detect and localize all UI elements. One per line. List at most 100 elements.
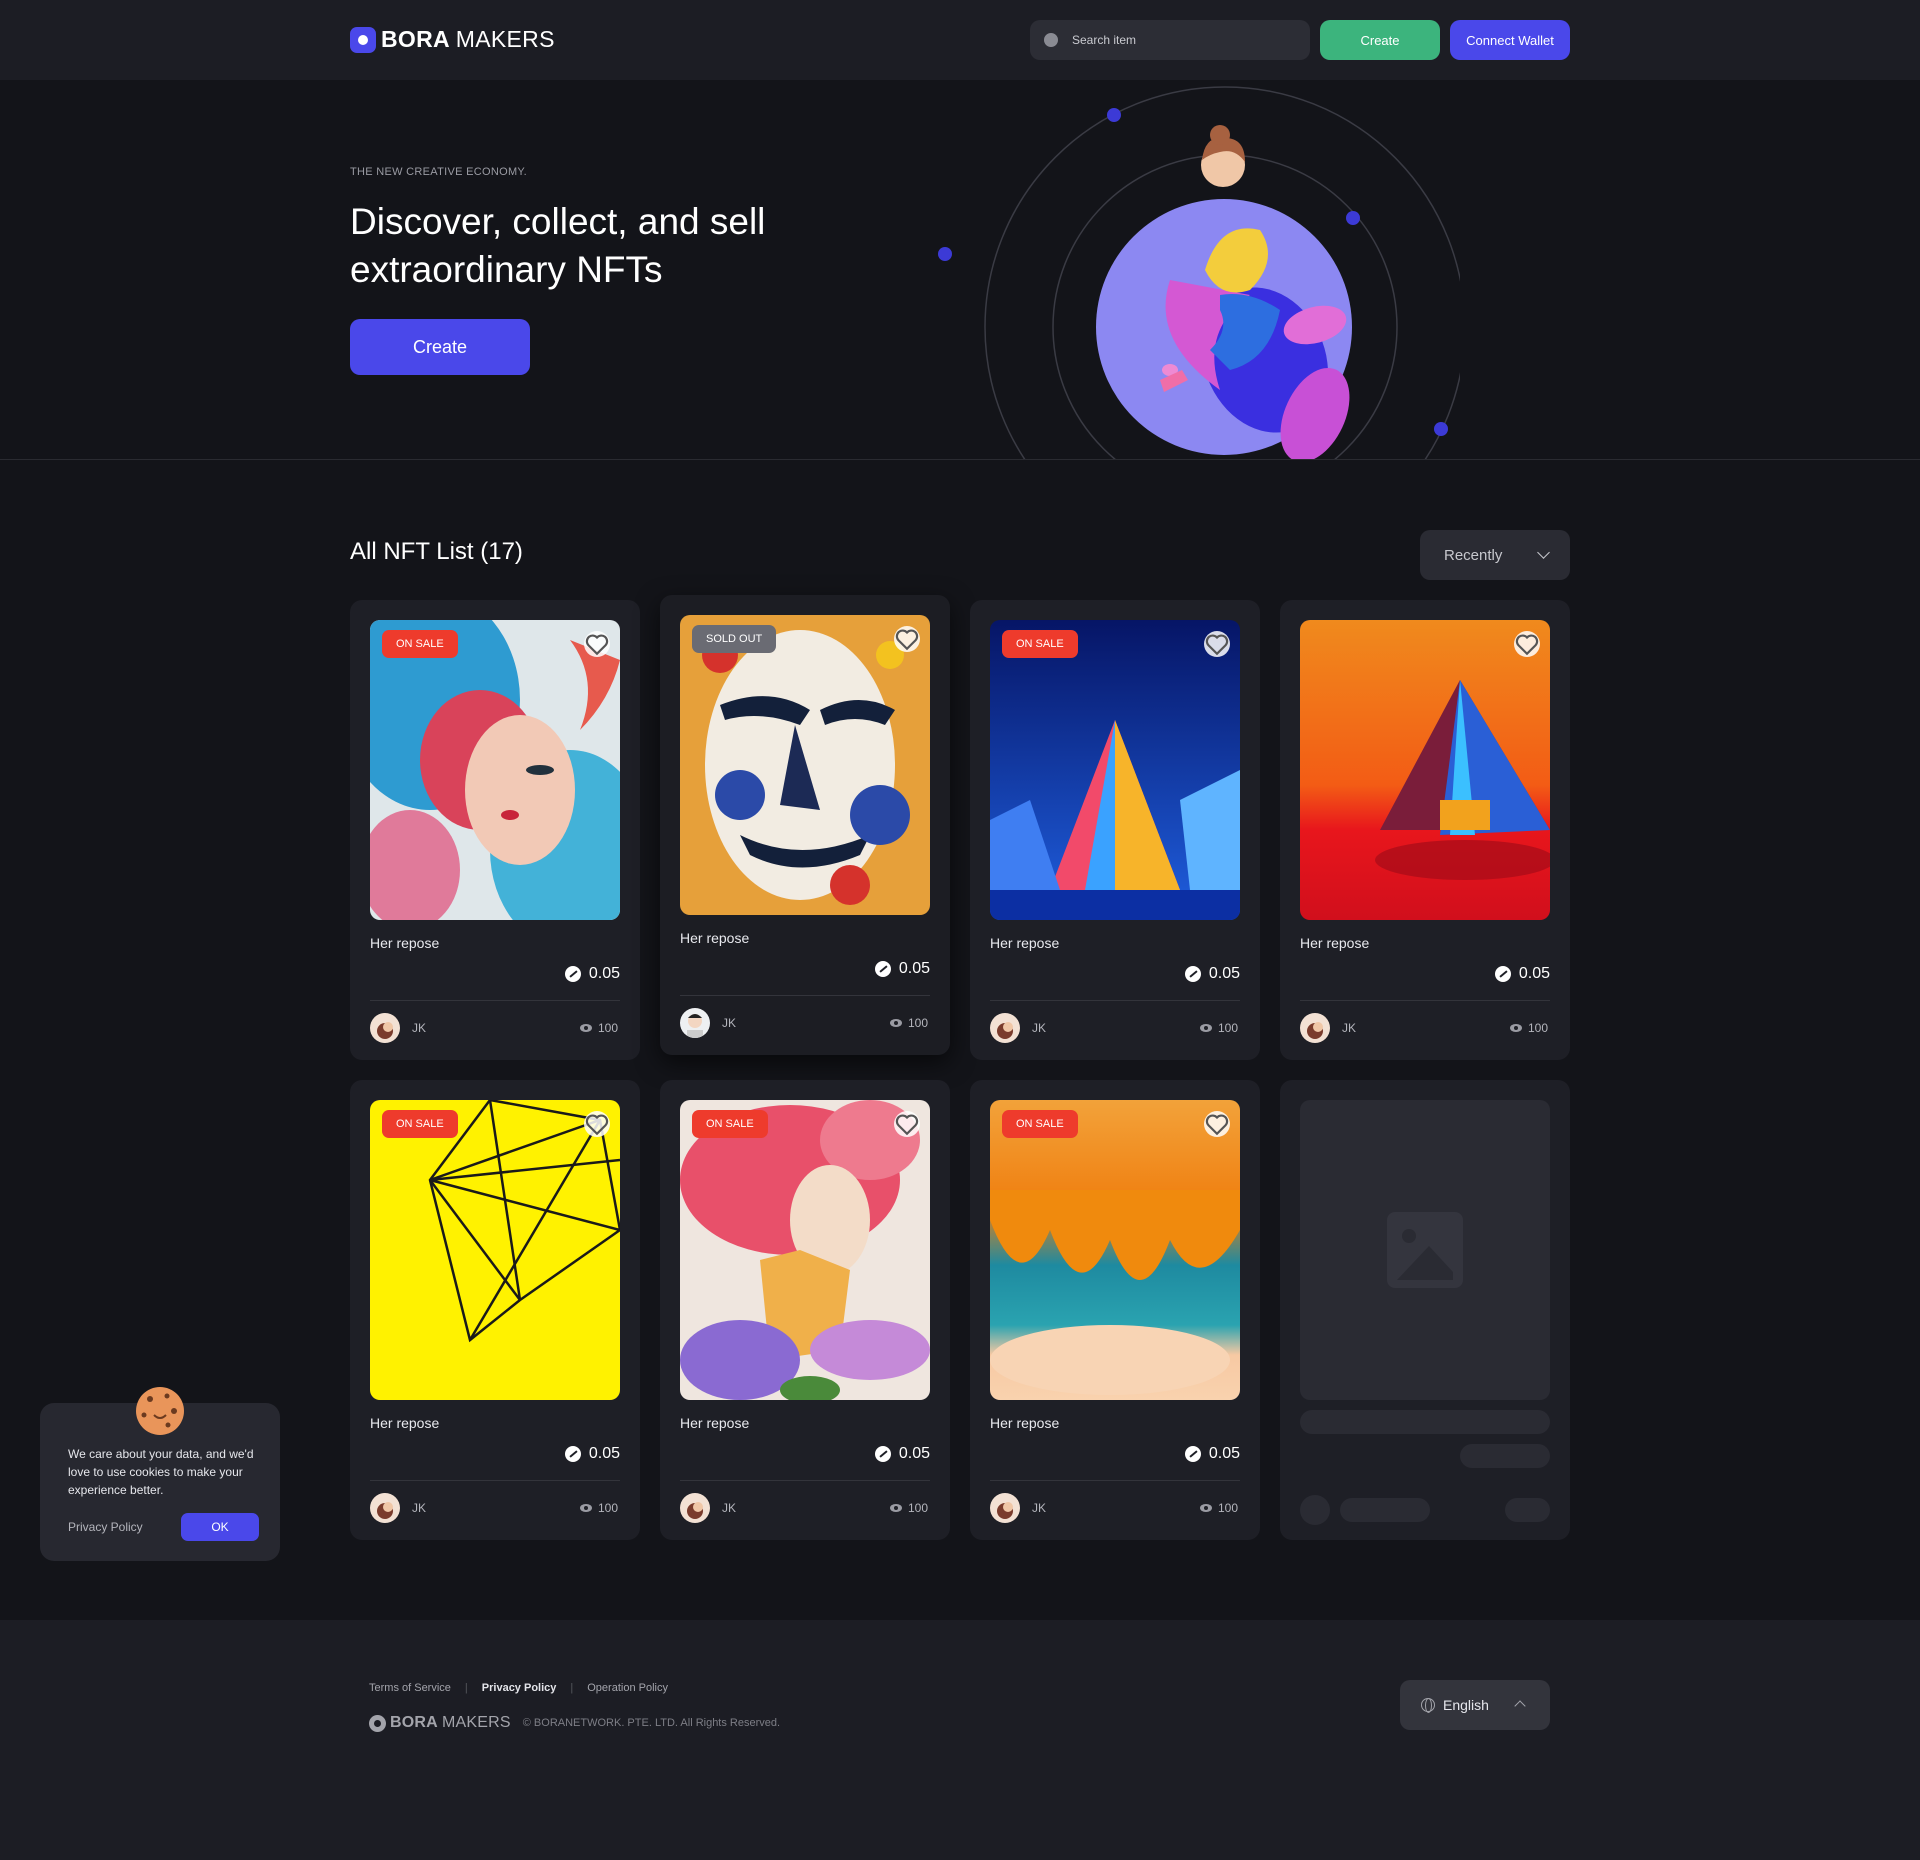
nft-price-value: 0.05: [588, 965, 620, 982]
eye-icon: [1199, 1024, 1212, 1032]
hero-illustration: [938, 86, 1460, 459]
nft-price-value: 0.05: [1208, 1445, 1240, 1462]
avatar[interactable]: [1300, 1013, 1330, 1043]
nft-price: 0.05: [874, 1445, 930, 1463]
bora-token-icon: [564, 966, 581, 982]
nft-card[interactable]: ON SALE Her repose 0.05 JK 100: [350, 1080, 640, 1540]
owner-name[interactable]: JK: [1032, 1501, 1046, 1515]
favorite-button[interactable]: [1514, 631, 1540, 657]
skeleton-owner: [1340, 1498, 1430, 1522]
hero-eyebrow: THE NEW CREATIVE ECONOMY.: [350, 166, 528, 178]
owner-name[interactable]: JK: [722, 1501, 736, 1515]
search-icon: [1044, 33, 1058, 47]
skeleton-image: [1300, 1100, 1550, 1400]
nft-image[interactable]: ON SALE: [370, 1100, 620, 1400]
chevron-up-icon: [1514, 1700, 1526, 1712]
top-header: BORA MAKERS Create Connect Wallet: [0, 0, 1920, 80]
nft-price-value: 0.05: [588, 1445, 620, 1462]
owner-name[interactable]: JK: [1032, 1021, 1046, 1035]
status-badge: ON SALE: [382, 630, 458, 658]
hero-headline: Discover, collect, and sell extraordinar…: [350, 201, 766, 290]
nft-price-value: 0.05: [898, 1445, 930, 1462]
bora-token-icon: [874, 1446, 891, 1462]
avatar[interactable]: [990, 1013, 1020, 1043]
avatar[interactable]: [680, 1493, 710, 1523]
skeleton-avatar: [1300, 1495, 1330, 1525]
nft-image[interactable]: [1300, 620, 1550, 920]
nft-price: 0.05: [1494, 965, 1550, 983]
favorite-button[interactable]: [894, 1111, 920, 1137]
avatar[interactable]: [680, 1008, 710, 1038]
owner-name[interactable]: JK: [412, 1501, 426, 1515]
card-divider: [370, 1000, 620, 1001]
footer: Terms of Service | Privacy Policy | Oper…: [0, 1620, 1920, 1860]
sort-dropdown-value: Recently: [1444, 546, 1503, 564]
operation-policy-link[interactable]: Operation Policy: [587, 1682, 668, 1694]
nft-image[interactable]: ON SALE: [990, 620, 1240, 920]
link-separator: |: [570, 1682, 574, 1694]
eye-icon: [579, 1024, 592, 1032]
nft-card[interactable]: ON SALE Her repose 0.05 JK 100: [970, 600, 1260, 1060]
bora-token-icon: [874, 961, 891, 977]
favorite-button[interactable]: [1204, 1111, 1230, 1137]
status-badge: ON SALE: [382, 1110, 458, 1138]
nft-name: Her repose: [370, 1415, 440, 1431]
nft-list-title: All NFT List (17): [350, 538, 523, 565]
favorite-button[interactable]: [584, 1111, 610, 1137]
nft-card[interactable]: ON SALE Her repose 0.05 JK 100: [970, 1080, 1260, 1540]
nft-price: 0.05: [564, 965, 620, 983]
avatar[interactable]: [990, 1493, 1020, 1523]
nft-price-value: 0.05: [898, 960, 930, 977]
nft-image[interactable]: ON SALE: [370, 620, 620, 920]
sort-dropdown[interactable]: Recently: [1420, 530, 1570, 580]
favorite-button[interactable]: [1204, 631, 1230, 657]
nft-card[interactable]: SOLD OUT Her repose 0.05 JK 100: [660, 595, 950, 1055]
brand-name-thin: MAKERS: [455, 26, 555, 52]
favorite-button[interactable]: [894, 626, 920, 652]
nft-card[interactable]: ON SALE Her repose 0.05 JK 100: [660, 1080, 950, 1540]
eye-icon: [1199, 1504, 1212, 1512]
nft-image[interactable]: ON SALE: [680, 1100, 930, 1400]
card-divider: [990, 1480, 1240, 1481]
cookie-privacy-link[interactable]: Privacy Policy: [68, 1520, 143, 1534]
search-box[interactable]: [1030, 20, 1310, 60]
view-count: 100: [1509, 1021, 1548, 1035]
avatar[interactable]: [370, 1013, 400, 1043]
terms-link[interactable]: Terms of Service: [369, 1682, 451, 1694]
hero-section: THE NEW CREATIVE ECONOMY. Discover, coll…: [0, 80, 1920, 460]
bora-token-icon: [564, 1446, 581, 1462]
cookie-icon: [136, 1387, 184, 1435]
nft-card[interactable]: Her repose 0.05 JK 100: [1280, 600, 1570, 1060]
nft-name: Her repose: [680, 1415, 750, 1431]
header-create-button[interactable]: Create: [1320, 20, 1440, 60]
card-divider: [680, 1480, 930, 1481]
brand-logo[interactable]: BORA MAKERS: [350, 26, 555, 53]
view-count: 100: [1199, 1501, 1238, 1515]
owner-name[interactable]: JK: [412, 1021, 426, 1035]
cookie-ok-button[interactable]: OK: [181, 1513, 259, 1541]
view-count-value: 100: [907, 1501, 928, 1515]
owner-name[interactable]: JK: [722, 1016, 736, 1030]
language-selector[interactable]: English: [1400, 1680, 1550, 1730]
view-count-value: 100: [597, 1021, 618, 1035]
footer-brand-bold: BORA: [390, 1714, 438, 1731]
nft-image[interactable]: SOLD OUT: [680, 615, 930, 915]
favorite-button[interactable]: [584, 631, 610, 657]
search-input[interactable]: [1072, 33, 1272, 47]
eye-icon: [1509, 1024, 1522, 1032]
view-count-value: 100: [1217, 1021, 1238, 1035]
avatar[interactable]: [370, 1493, 400, 1523]
privacy-link[interactable]: Privacy Policy: [482, 1682, 557, 1694]
connect-wallet-button[interactable]: Connect Wallet: [1450, 20, 1570, 60]
view-count: 100: [579, 1021, 618, 1035]
status-badge: ON SALE: [1002, 1110, 1078, 1138]
nft-card[interactable]: ON SALE Her repose 0.05 JK 100: [350, 600, 640, 1060]
heart-icon: [895, 629, 919, 651]
hero-create-button[interactable]: Create: [350, 319, 530, 375]
nft-image[interactable]: ON SALE: [990, 1100, 1240, 1400]
nft-price: 0.05: [874, 960, 930, 978]
owner-name[interactable]: JK: [1342, 1021, 1356, 1035]
card-divider: [370, 1480, 620, 1481]
copyright: © BORANETWORK. PTE. LTD. All Rights Rese…: [522, 1717, 781, 1729]
heart-icon: [1515, 634, 1539, 656]
